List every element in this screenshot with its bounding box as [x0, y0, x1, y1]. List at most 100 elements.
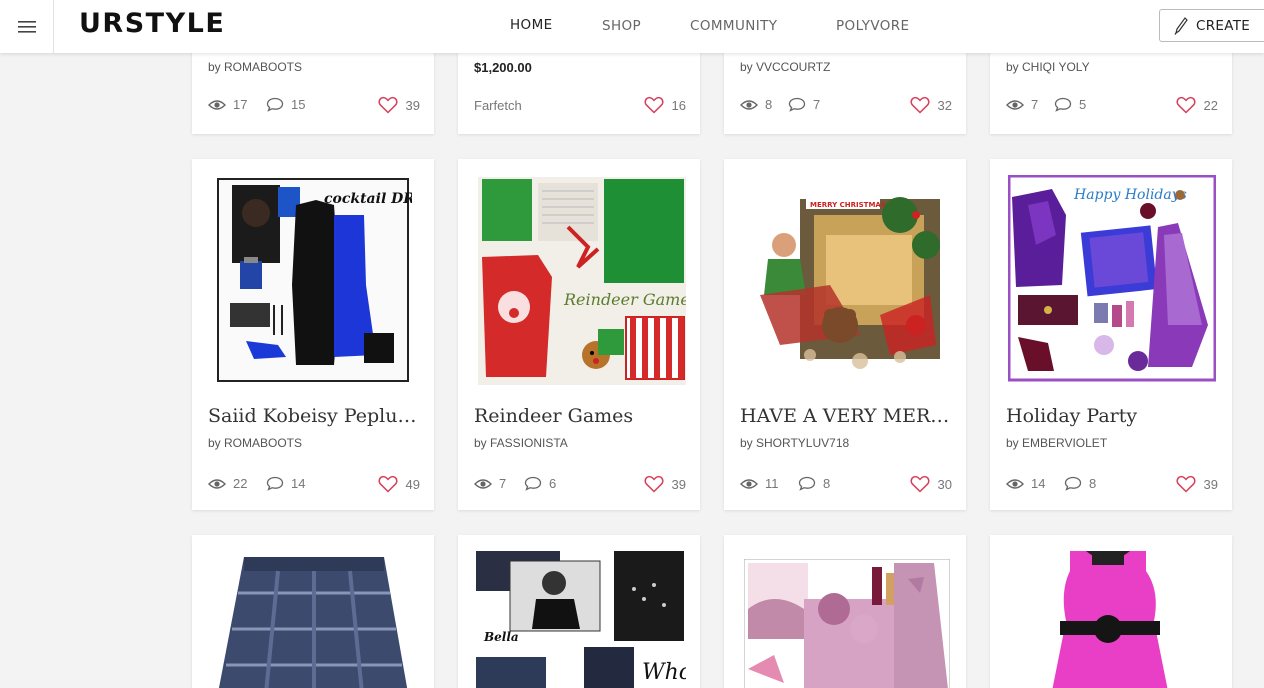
heart-icon	[644, 96, 664, 114]
card-title[interactable]: Holiday Party	[1006, 405, 1218, 427]
eye-icon	[740, 99, 758, 110]
views-stat: 11	[740, 476, 779, 491]
card-stats: 7 6 39	[474, 475, 686, 495]
outfit-image[interactable]: Bella Who	[474, 549, 686, 688]
likes-count: 16	[671, 97, 686, 113]
card-stats: 7 5 22	[1006, 96, 1218, 116]
site-logo[interactable]: URSTYLE	[79, 8, 225, 39]
nav-home[interactable]: HOME	[510, 17, 553, 33]
card-stats: 8 7 32	[740, 96, 952, 116]
views-count: 22	[233, 476, 248, 491]
like-button[interactable]: 39	[378, 96, 420, 114]
views-stat: 7	[1006, 97, 1038, 112]
card-author[interactable]: by CHIQI YOLY	[1006, 60, 1090, 74]
outfit-card[interactable]: Bella Who	[458, 535, 700, 688]
views-count: 14	[1031, 476, 1046, 491]
like-button[interactable]: 49	[378, 475, 420, 493]
likes-count: 22	[1203, 97, 1218, 113]
comments-count: 8	[823, 476, 831, 491]
create-label: CREATE	[1196, 17, 1251, 34]
like-button[interactable]: 16	[644, 96, 686, 114]
views-count: 7	[1031, 97, 1039, 112]
card-stats: 17 15 39	[208, 96, 420, 116]
card-title[interactable]: HAVE A VERY MERRY...	[740, 405, 952, 427]
comments-count: 15	[291, 97, 306, 112]
card-author[interactable]: by FASSIONISTA	[474, 436, 568, 450]
card-stats: 11 8 30	[740, 475, 952, 495]
comment-icon	[266, 476, 284, 491]
views-count: 17	[233, 97, 248, 112]
like-button[interactable]: 30	[910, 475, 952, 493]
like-button[interactable]: 22	[1176, 96, 1218, 114]
collage-caption: Reindeer Games	[563, 290, 686, 309]
eye-icon	[474, 478, 492, 489]
collage-caption: Bella	[483, 630, 519, 644]
top-header: URSTYLE HOME SHOP COMMUNITY POLYVORE CRE…	[0, 0, 1264, 53]
comments-stat[interactable]: 8	[1064, 476, 1096, 491]
card-title[interactable]: Saiid Kobeisy Peplum...	[208, 405, 420, 427]
likes-count: 39	[405, 97, 420, 113]
menu-button[interactable]	[0, 0, 54, 53]
comments-stat[interactable]: 7	[788, 97, 820, 112]
comments-count: 5	[1079, 97, 1087, 112]
outfit-card[interactable]: Reindeer Games Reindeer Games by FASSION…	[458, 159, 700, 510]
like-button[interactable]: 39	[1176, 475, 1218, 493]
card-author[interactable]: by VVCCOURTZ	[740, 60, 830, 74]
outfit-image[interactable]: MERRY CHRISTMAS	[740, 175, 950, 387]
outfit-card[interactable]: Happy Holidays Holiday Party by EMBERVIO…	[990, 159, 1232, 510]
comment-icon	[798, 476, 816, 491]
comment-icon	[524, 476, 542, 491]
card-author[interactable]: by ROMABOOTS	[208, 436, 302, 450]
card-stats: 16	[474, 96, 686, 116]
likes-count: 49	[405, 476, 420, 492]
like-button[interactable]: 39	[644, 475, 686, 493]
views-stat: 8	[740, 97, 772, 112]
likes-count: 30	[937, 476, 952, 492]
product-image[interactable]	[218, 553, 408, 688]
outfit-image[interactable]: Happy Holidays	[1008, 175, 1216, 383]
heart-icon	[910, 475, 930, 493]
card-author[interactable]: by EMBERVIOLET	[1006, 436, 1107, 450]
comment-icon	[266, 97, 284, 112]
card-stats: 14 8 39	[1006, 475, 1218, 495]
eye-icon	[208, 99, 226, 110]
card-title[interactable]: Reindeer Games	[474, 405, 686, 427]
outfit-image[interactable]: cocktail DRESS	[216, 175, 412, 387]
nav-shop[interactable]: SHOP	[602, 18, 641, 34]
collage-caption: MERRY CHRISTMAS	[810, 201, 886, 209]
outfit-image[interactable]	[744, 559, 950, 688]
nav-polyvore[interactable]: POLYVORE	[836, 18, 909, 34]
nav-community[interactable]: COMMUNITY	[690, 18, 777, 34]
eye-icon	[740, 478, 758, 489]
card-author[interactable]: by ROMABOOTS	[208, 60, 302, 74]
views-count: 7	[499, 476, 507, 491]
product-price: $1,200.00	[474, 60, 532, 75]
outfit-card[interactable]: cocktail DRESS Saiid Kobeisy Peplum... b…	[192, 159, 434, 510]
product-image[interactable]	[1050, 551, 1170, 688]
comments-stat[interactable]: 15	[266, 97, 305, 112]
views-count: 8	[765, 97, 773, 112]
heart-icon	[1176, 96, 1196, 114]
comment-icon	[1064, 476, 1082, 491]
product-card[interactable]	[990, 535, 1232, 688]
hamburger-icon	[17, 20, 36, 33]
outfit-card[interactable]	[724, 535, 966, 688]
comments-stat[interactable]: 14	[266, 476, 305, 491]
comments-stat[interactable]: 6	[524, 476, 556, 491]
card-stats: 22 14 49	[208, 475, 420, 495]
comments-count: 7	[813, 97, 821, 112]
outfit-card[interactable]: MERRY CHRISTMAS HAVE A VERY MERRY... by …	[724, 159, 966, 510]
comments-count: 8	[1089, 476, 1097, 491]
outfit-image[interactable]: Reindeer Games	[478, 177, 686, 385]
heart-icon	[378, 475, 398, 493]
card-author[interactable]: by SHORTYLUV718	[740, 436, 849, 450]
heart-icon	[644, 475, 664, 493]
create-button[interactable]: CREATE	[1159, 9, 1264, 42]
product-card[interactable]	[192, 535, 434, 688]
comments-stat[interactable]: 8	[798, 476, 830, 491]
eye-icon	[1006, 99, 1024, 110]
like-button[interactable]: 32	[910, 96, 952, 114]
comments-stat[interactable]: 5	[1054, 97, 1086, 112]
likes-count: 39	[1203, 476, 1218, 492]
heart-icon	[1176, 475, 1196, 493]
